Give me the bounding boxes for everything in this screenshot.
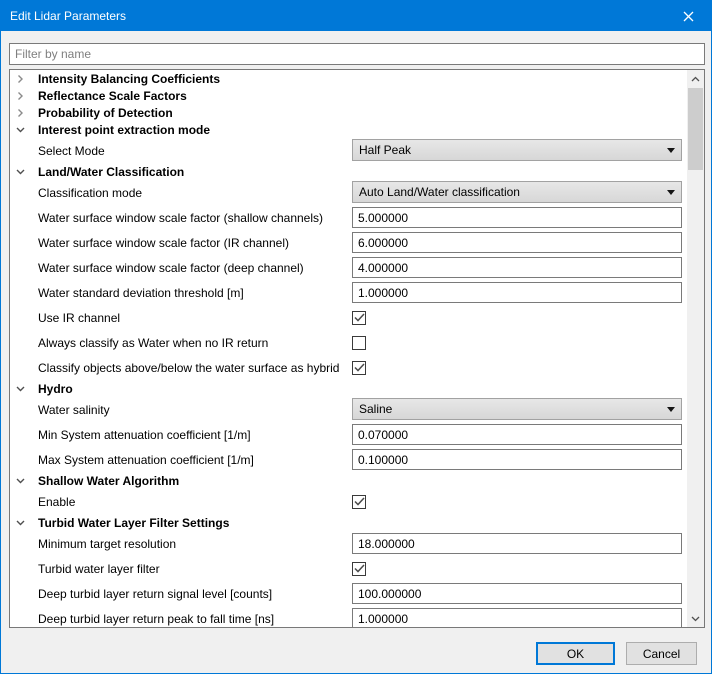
group-label: Intensity Balancing Coefficients: [38, 72, 220, 86]
chevron-down-icon: [691, 616, 700, 622]
edit-lidar-parameters-dialog: Edit Lidar Parameters Intensity Balancin…: [0, 0, 712, 674]
parameter-label: Max System attenuation coefficient [1/m]: [38, 453, 254, 467]
tree-group-row[interactable]: Land/Water Classification: [10, 163, 687, 180]
checkbox-checked[interactable]: [352, 562, 366, 576]
parameter-combobox[interactable]: Auto Land/Water classification: [352, 181, 682, 203]
tree-parameter-row[interactable]: Water salinity Saline: [10, 397, 687, 422]
parameter-label: Select Mode: [38, 144, 105, 158]
scroll-down-button[interactable]: [687, 610, 704, 627]
checkbox-checked[interactable]: [352, 311, 366, 325]
tree-parameter-row[interactable]: Use IR channel: [10, 305, 687, 330]
parameter-value-input[interactable]: [352, 424, 682, 445]
parameter-label: Deep turbid layer return signal level [c…: [38, 587, 272, 601]
chevron-down-icon[interactable]: [16, 384, 26, 393]
chevron-right-icon[interactable]: [16, 108, 26, 117]
group-label: Hydro: [38, 382, 73, 396]
parameter-label: Min System attenuation coefficient [1/m]: [38, 428, 251, 442]
tree-group-row[interactable]: Intensity Balancing Coefficients: [10, 70, 687, 87]
tree-parameter-row[interactable]: Min System attenuation coefficient [1/m]: [10, 422, 687, 447]
parameter-label: Classify objects above/below the water s…: [38, 361, 339, 375]
tree-group-row[interactable]: Interest point extraction mode: [10, 121, 687, 138]
tree-parameter-row[interactable]: Water surface window scale factor (deep …: [10, 255, 687, 280]
parameter-value-input[interactable]: [352, 533, 682, 554]
chevron-up-icon: [691, 76, 700, 82]
tree-parameter-row[interactable]: Water standard deviation threshold [m]: [10, 280, 687, 305]
group-label: Reflectance Scale Factors: [38, 89, 187, 103]
titlebar: Edit Lidar Parameters: [1, 1, 711, 31]
tree-parameter-row[interactable]: Minimum target resolution: [10, 531, 687, 556]
parameter-label: Turbid water layer filter: [38, 562, 160, 576]
close-button[interactable]: [665, 1, 711, 31]
tree-parameter-row[interactable]: Max System attenuation coefficient [1/m]: [10, 447, 687, 472]
parameter-label: Use IR channel: [38, 311, 120, 325]
combobox-dropdown-arrow-icon: [667, 148, 675, 153]
filter-input[interactable]: [9, 43, 705, 65]
scroll-up-button[interactable]: [687, 70, 704, 87]
parameter-value-input[interactable]: [352, 449, 682, 470]
parameter-value-input[interactable]: [352, 583, 682, 604]
parameter-combobox[interactable]: Half Peak: [352, 139, 682, 161]
vertical-scrollbar[interactable]: [687, 70, 704, 627]
group-label: Land/Water Classification: [38, 165, 184, 179]
parameter-value-input[interactable]: [352, 257, 682, 278]
parameter-label: Water surface window scale factor (deep …: [38, 261, 304, 275]
tree-parameter-row[interactable]: Deep turbid layer return signal level [c…: [10, 581, 687, 606]
combobox-selected-value: Half Peak: [359, 143, 411, 157]
tree-parameter-row[interactable]: Select Mode Half Peak: [10, 138, 687, 163]
tree-parameter-row[interactable]: Deep turbid layer return peak to fall ti…: [10, 606, 687, 627]
combobox-dropdown-arrow-icon: [667, 407, 675, 412]
parameter-label: Water standard deviation threshold [m]: [38, 286, 244, 300]
parameter-value-input[interactable]: [352, 608, 682, 627]
chevron-right-icon[interactable]: [16, 74, 26, 83]
combobox-selected-value: Auto Land/Water classification: [359, 185, 520, 199]
tree-parameter-row[interactable]: Classification mode Auto Land/Water class…: [10, 180, 687, 205]
parameter-combobox[interactable]: Saline: [352, 398, 682, 420]
close-icon: [683, 11, 694, 22]
checkbox-checked[interactable]: [352, 361, 366, 375]
tree-parameter-row[interactable]: Water surface window scale factor (IR ch…: [10, 230, 687, 255]
checkbox-unchecked[interactable]: [352, 336, 366, 350]
tree-parameter-row[interactable]: Classify objects above/below the water s…: [10, 355, 687, 380]
parameter-label: Minimum target resolution: [38, 537, 176, 551]
tree-parameter-row[interactable]: Water surface window scale factor (shall…: [10, 205, 687, 230]
parameter-label: Water salinity: [38, 403, 110, 417]
chevron-down-icon[interactable]: [16, 518, 26, 527]
combobox-dropdown-arrow-icon: [667, 190, 675, 195]
group-label: Shallow Water Algorithm: [38, 474, 179, 488]
parameter-label: Enable: [38, 495, 75, 509]
chevron-down-icon[interactable]: [16, 476, 26, 485]
parameter-label: Deep turbid layer return peak to fall ti…: [38, 612, 274, 626]
parameter-tree: Intensity Balancing Coefficients Reflecta…: [9, 69, 705, 628]
tree-parameter-row[interactable]: Enable: [10, 489, 687, 514]
tree-group-row[interactable]: Hydro: [10, 380, 687, 397]
tree-parameter-row[interactable]: Turbid water layer filter: [10, 556, 687, 581]
group-label: Turbid Water Layer Filter Settings: [38, 516, 229, 530]
combobox-selected-value: Saline: [359, 402, 392, 416]
parameter-value-input[interactable]: [352, 207, 682, 228]
parameter-value-input[interactable]: [352, 232, 682, 253]
chevron-down-icon[interactable]: [16, 125, 26, 134]
group-label: Interest point extraction mode: [38, 123, 210, 137]
checkbox-checked[interactable]: [352, 495, 366, 509]
parameter-rows: Intensity Balancing Coefficients Reflecta…: [10, 70, 687, 627]
tree-group-row[interactable]: Probability of Detection: [10, 104, 687, 121]
parameter-label: Water surface window scale factor (IR ch…: [38, 236, 289, 250]
tree-group-row[interactable]: Shallow Water Algorithm: [10, 472, 687, 489]
cancel-button[interactable]: Cancel: [626, 642, 697, 665]
tree-parameter-row[interactable]: Always classify as Water when no IR retu…: [10, 330, 687, 355]
ok-button[interactable]: OK: [536, 642, 615, 665]
group-label: Probability of Detection: [38, 106, 173, 120]
parameter-label: Classification mode: [38, 186, 142, 200]
parameter-label: Always classify as Water when no IR retu…: [38, 336, 268, 350]
chevron-right-icon[interactable]: [16, 91, 26, 100]
parameter-label: Water surface window scale factor (shall…: [38, 211, 323, 225]
chevron-down-icon[interactable]: [16, 167, 26, 176]
scrollbar-thumb[interactable]: [688, 88, 703, 170]
tree-group-row[interactable]: Turbid Water Layer Filter Settings: [10, 514, 687, 531]
tree-group-row[interactable]: Reflectance Scale Factors: [10, 87, 687, 104]
window-title: Edit Lidar Parameters: [1, 9, 126, 23]
parameter-value-input[interactable]: [352, 282, 682, 303]
